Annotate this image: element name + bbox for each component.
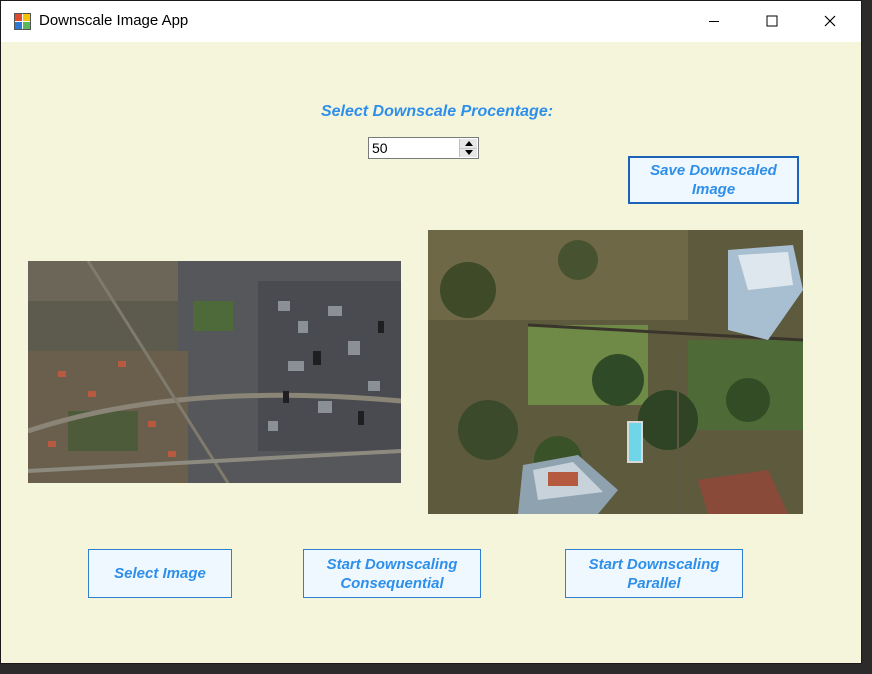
spin-down-button[interactable]	[460, 148, 477, 157]
start-downscaling-consequential-button[interactable]: Start Downscaling Consequential	[303, 549, 481, 598]
percentage-value[interactable]: 50	[372, 140, 388, 156]
aerial-city-image	[28, 261, 401, 483]
spin-buttons	[459, 139, 477, 157]
original-image	[28, 261, 401, 483]
percentage-stepper[interactable]: 50	[368, 137, 479, 159]
desktop-background	[864, 0, 872, 674]
close-icon	[824, 12, 836, 31]
maximize-button[interactable]	[743, 1, 801, 42]
minimize-button[interactable]	[685, 1, 743, 42]
chevron-up-icon	[464, 141, 473, 146]
desktop-background-bottom	[0, 666, 872, 674]
aerial-residential-image	[428, 230, 803, 514]
downscaled-image	[428, 230, 803, 514]
maximize-icon	[766, 12, 778, 31]
app-window: Downscale Image App Select Downscale Pro…	[0, 0, 862, 664]
close-button[interactable]	[801, 1, 859, 42]
save-downscaled-image-button[interactable]: Save Downscaled Image	[628, 156, 799, 204]
app-icon	[14, 13, 32, 31]
title-bar[interactable]: Downscale Image App	[1, 1, 861, 42]
start-downscaling-parallel-button[interactable]: Start Downscaling Parallel	[565, 549, 743, 598]
chevron-down-icon	[464, 150, 473, 155]
select-image-button[interactable]: Select Image	[88, 549, 232, 598]
downscale-percentage-label: Select Downscale Procentage:	[320, 103, 554, 120]
window-title: Downscale Image App	[39, 12, 189, 29]
minimize-icon	[708, 12, 720, 31]
